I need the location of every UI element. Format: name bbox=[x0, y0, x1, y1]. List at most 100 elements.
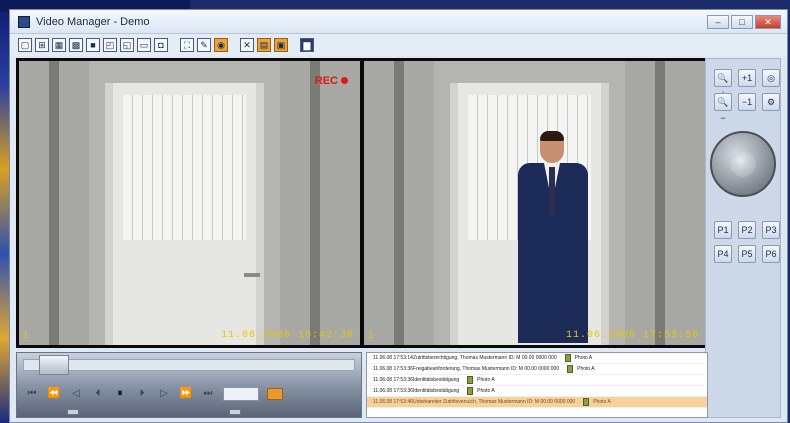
fullscreen-icon[interactable]: ⛶ bbox=[180, 38, 194, 52]
title-bar: Video Manager - Demo – □ ✕ bbox=[10, 10, 787, 34]
playback-panel: ⏮ ⏪ ◁ ⏴ ⏸ ⏵ ▷ ⏩ ⏭ bbox=[16, 352, 362, 418]
zoom-controls: 🔍+ +1 ◎ 🔍− −1 ⚙ bbox=[706, 59, 780, 123]
event-row[interactable]: 11.06.08 17:53:36 Identitätsbestätigung … bbox=[367, 375, 707, 386]
ptz-joystick[interactable] bbox=[710, 131, 776, 197]
layout-2x2-icon[interactable]: ⊞ bbox=[35, 38, 49, 52]
preset-3-button[interactable]: P3 bbox=[762, 221, 780, 239]
layout-1-7-icon[interactable]: ◱ bbox=[120, 38, 134, 52]
speed-button[interactable] bbox=[267, 388, 283, 400]
event-row[interactable]: 11.06.08 17:53:14 Zutrittsberechtigung, … bbox=[367, 353, 707, 364]
door bbox=[105, 83, 264, 345]
window-controls: – □ ✕ bbox=[707, 14, 781, 29]
event-text: Freigabeanforderung, Thomas Mustermann I… bbox=[413, 366, 560, 372]
layout-4x4-icon[interactable]: ▩ bbox=[69, 38, 83, 52]
focus-far-icon[interactable]: −1 bbox=[738, 93, 756, 111]
camera-view-2[interactable]: 1 11.06.2008 17:53:56 bbox=[364, 61, 705, 345]
skip-end-icon[interactable]: ⏭ bbox=[201, 388, 215, 400]
speed-display[interactable] bbox=[223, 387, 259, 401]
snapshot-icon[interactable] bbox=[229, 409, 241, 415]
step-back-icon[interactable]: ◁ bbox=[69, 388, 83, 400]
iris-open-icon[interactable]: ◎ bbox=[762, 69, 780, 87]
tie bbox=[549, 167, 555, 217]
event-photo[interactable]: Photo A bbox=[577, 364, 595, 374]
layout-1-5-icon[interactable]: ◰ bbox=[103, 38, 117, 52]
camera-number: 1 bbox=[23, 330, 29, 341]
camera-view-1[interactable]: REC 1 11.06.2008 10:42:30 bbox=[19, 61, 360, 345]
panel-toggle-icon[interactable]: ▤ bbox=[257, 38, 271, 52]
event-time: 11.06.08 17:53:14 bbox=[373, 355, 413, 361]
zoom-out-icon[interactable]: 🔍− bbox=[714, 93, 732, 123]
layout-3x3-icon[interactable]: ▦ bbox=[52, 38, 66, 52]
iris-close-icon[interactable]: ⚙ bbox=[762, 93, 780, 111]
folder-active-icon[interactable]: ▣ bbox=[274, 38, 288, 52]
layout-fill-icon[interactable]: ■ bbox=[86, 38, 100, 52]
layout-wide-icon[interactable]: ▭ bbox=[137, 38, 151, 52]
wall bbox=[280, 61, 360, 345]
photo-icon[interactable] bbox=[567, 365, 574, 373]
event-time: 11.06.08 17:53:36 bbox=[373, 388, 413, 394]
export-icon[interactable] bbox=[67, 409, 79, 415]
record-active-icon[interactable]: ◉ bbox=[214, 38, 228, 52]
preset-6-button[interactable]: P6 bbox=[762, 245, 780, 263]
save-icon[interactable]: ▆ bbox=[300, 38, 314, 52]
playback-controls: ⏮ ⏪ ◁ ⏴ ⏸ ⏵ ▷ ⏩ ⏭ bbox=[25, 387, 283, 401]
timeline-slider[interactable] bbox=[23, 359, 355, 371]
minimize-button[interactable]: – bbox=[707, 14, 729, 29]
pause-icon[interactable]: ⏸ bbox=[113, 388, 127, 400]
event-row[interactable]: 11.06.08 17:53:36 Identitätsbestätigung … bbox=[367, 386, 707, 397]
rec-label: REC bbox=[314, 75, 338, 87]
event-photo[interactable]: Photo A bbox=[477, 386, 495, 396]
joystick-center[interactable] bbox=[730, 151, 756, 177]
play-icon[interactable]: ⏵ bbox=[135, 388, 149, 400]
ptz-panel: 🔍+ +1 ◎ 🔍− −1 ⚙ P1 P2 P3 P4 P5 P6 bbox=[705, 58, 781, 418]
fast-rewind-icon[interactable]: ⏪ bbox=[47, 388, 61, 400]
zoom-in-icon[interactable]: 🔍+ bbox=[714, 69, 732, 99]
wall bbox=[625, 61, 705, 345]
fast-forward-icon[interactable]: ⏩ bbox=[179, 388, 193, 400]
event-text: Identitätsbestätigung bbox=[413, 388, 460, 394]
event-text: Zutrittsberechtigung, Thomas Mustermann … bbox=[413, 355, 557, 361]
play-reverse-icon[interactable]: ⏴ bbox=[91, 388, 105, 400]
hair bbox=[540, 131, 564, 141]
event-text: Identitätsbestätigung bbox=[413, 377, 460, 383]
event-time: 11.06.08 17:53:36 bbox=[373, 377, 413, 383]
door-frame bbox=[310, 61, 320, 345]
door-handle bbox=[244, 273, 260, 277]
layout-1x1-icon[interactable]: ▢ bbox=[18, 38, 32, 52]
close-button[interactable]: ✕ bbox=[755, 14, 781, 29]
preset-2-button[interactable]: P2 bbox=[738, 221, 756, 239]
event-photo[interactable]: Photo A bbox=[477, 375, 495, 385]
tools-icon[interactable]: ✕ bbox=[240, 38, 254, 52]
camera-number: 1 bbox=[368, 330, 374, 341]
video-grid: REC 1 11.06.2008 10:42:30 1 11.06.2008 1… bbox=[16, 58, 708, 348]
playback-footer bbox=[67, 409, 241, 415]
preset-4-button[interactable]: P4 bbox=[714, 245, 732, 263]
event-photo[interactable]: Photo A bbox=[575, 353, 593, 363]
photo-icon[interactable] bbox=[467, 376, 474, 384]
layout-grid-icon[interactable]: ◘ bbox=[154, 38, 168, 52]
camera-timestamp: 11.06.2008 10:42:30 bbox=[220, 330, 354, 341]
door-frame bbox=[49, 61, 59, 345]
photo-icon[interactable] bbox=[564, 354, 571, 362]
preset-1-button[interactable]: P1 bbox=[714, 221, 732, 239]
photo-icon[interactable] bbox=[467, 387, 474, 395]
event-photo[interactable]: Photo A bbox=[593, 397, 611, 407]
step-forward-icon[interactable]: ▷ bbox=[157, 388, 171, 400]
toolbar: ▢ ⊞ ▦ ▩ ■ ◰ ◱ ▭ ◘ ⛶ ✎ ◉ ✕ ▤ ▣ ▆ bbox=[10, 34, 787, 56]
skip-start-icon[interactable]: ⏮ bbox=[25, 388, 39, 400]
camera-timestamp: 11.06.2008 17:53:56 bbox=[565, 330, 699, 341]
door-glass bbox=[123, 95, 246, 240]
preset-buttons: P1 P2 P3 P4 P5 P6 bbox=[706, 197, 780, 269]
event-row[interactable]: 11.06.08 17:53:36 Freigabeanforderung, T… bbox=[367, 364, 707, 375]
person-figure bbox=[514, 131, 594, 343]
timeline-thumb[interactable] bbox=[39, 355, 69, 375]
event-time: 11.06.08 17:53:46 bbox=[373, 399, 413, 405]
photo-icon[interactable] bbox=[583, 398, 590, 406]
event-log: 11.06.08 17:53:14 Zutrittsberechtigung, … bbox=[366, 352, 708, 418]
event-row-selected[interactable]: 11.06.08 17:53:46 Unbekannter Zutrittsve… bbox=[367, 397, 707, 408]
link-icon[interactable]: ✎ bbox=[197, 38, 211, 52]
preset-5-button[interactable]: P5 bbox=[738, 245, 756, 263]
maximize-button[interactable]: □ bbox=[731, 14, 753, 29]
app-icon bbox=[18, 15, 30, 28]
focus-near-icon[interactable]: +1 bbox=[738, 69, 756, 87]
